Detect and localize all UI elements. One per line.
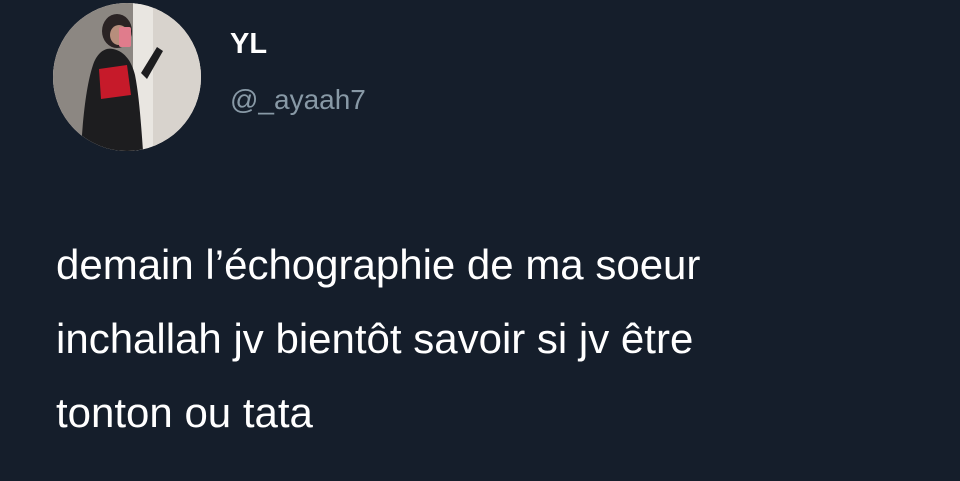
avatar[interactable]	[53, 3, 201, 151]
tweet-text-line: demain l’échographie de ma soeur	[56, 241, 701, 288]
tweet-card: YL @_ayaah7 demain l’échographie de ma s…	[0, 0, 960, 481]
profile-photo-icon	[53, 3, 201, 151]
tweet-text: demain l’échographie de ma soeur inchall…	[56, 228, 936, 450]
user-handle[interactable]: @_ayaah7	[230, 82, 366, 118]
tweet-text-line: inchallah jv bientôt savoir si jv être	[56, 315, 694, 362]
tweet-text-line: tonton ou tata	[56, 389, 313, 436]
display-name[interactable]: YL	[230, 26, 267, 62]
